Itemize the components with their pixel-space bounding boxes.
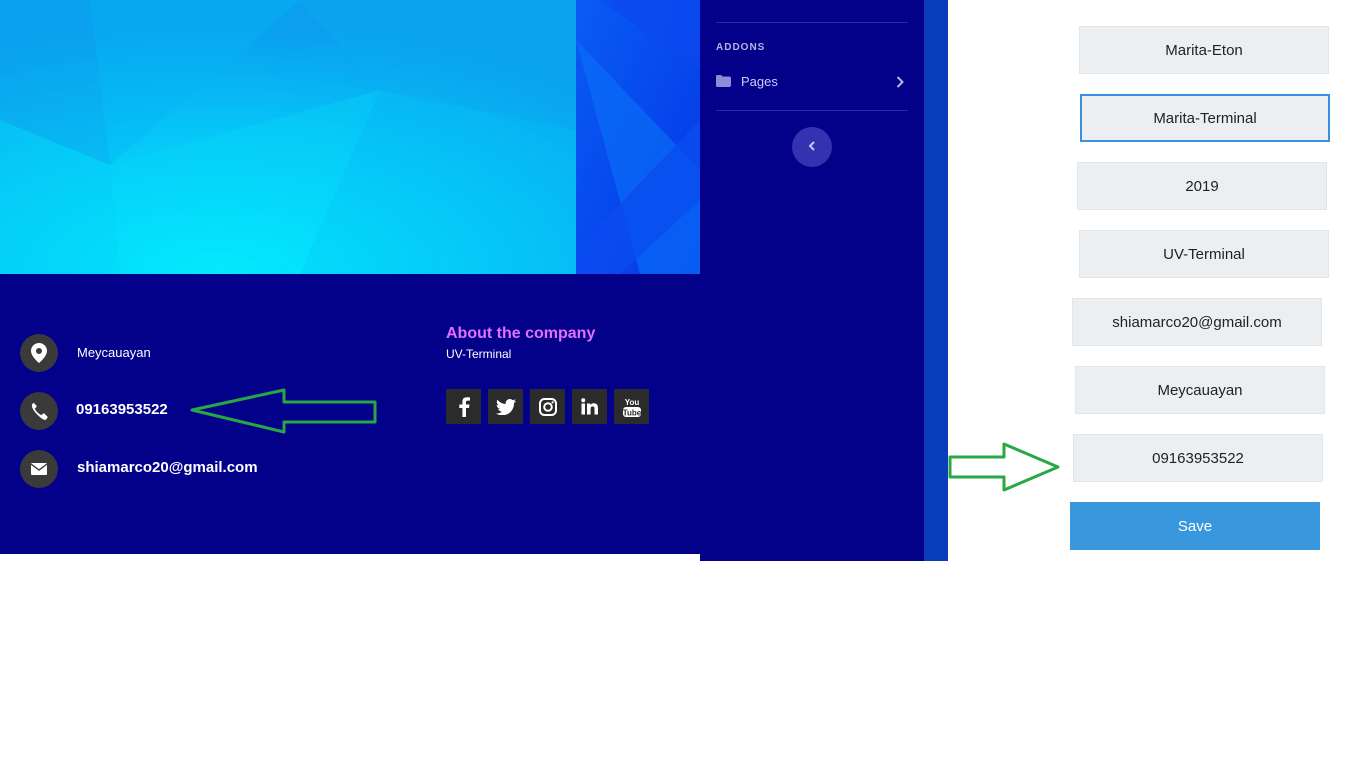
sidebar-divider <box>716 110 908 111</box>
contact-email: shiamarco20@gmail.com <box>77 459 258 476</box>
sidebar-collapse-button[interactable] <box>792 127 832 167</box>
sidebar-item-label: Pages <box>741 74 778 89</box>
annotation-arrow-right <box>948 442 1060 492</box>
svg-text:You: You <box>624 398 639 407</box>
field-1[interactable] <box>1079 26 1329 74</box>
sidebar-section-heading: ADDONS <box>716 42 766 53</box>
twitter-icon[interactable] <box>488 389 523 424</box>
field-3[interactable] <box>1077 162 1327 210</box>
svg-text:Tube: Tube <box>622 408 641 417</box>
chevron-right-icon <box>896 75 904 93</box>
folder-icon <box>716 74 731 92</box>
hero-background <box>0 0 700 274</box>
chevron-left-icon <box>808 138 816 156</box>
about-title: About the company <box>446 325 596 342</box>
sidebar: ADDONS Pages <box>700 0 924 561</box>
instagram-icon[interactable] <box>530 389 565 424</box>
phone-icon <box>20 392 58 430</box>
field-location[interactable] <box>1075 366 1325 414</box>
field-phone[interactable] <box>1073 434 1323 482</box>
field-4[interactable] <box>1079 230 1329 278</box>
about-subtitle: UV-Terminal <box>446 347 512 361</box>
footer: Meycauayan 09163953522 shiamarco20@gmail… <box>0 274 700 554</box>
hero-banner <box>0 0 700 274</box>
contact-phone: 09163953522 <box>76 401 168 418</box>
save-button[interactable]: Save <box>1070 502 1320 550</box>
contact-location: Meycauayan <box>77 345 151 360</box>
linkedin-icon[interactable] <box>572 389 607 424</box>
sidebar-edge <box>924 0 948 561</box>
annotation-arrow-left <box>190 388 377 434</box>
field-email[interactable] <box>1072 298 1322 346</box>
facebook-icon[interactable] <box>446 389 481 424</box>
envelope-icon <box>20 450 58 488</box>
sidebar-divider <box>716 22 908 23</box>
field-2[interactable] <box>1080 94 1330 142</box>
sidebar-item-pages[interactable]: Pages <box>716 68 908 96</box>
youtube-icon[interactable]: You Tube <box>614 389 649 424</box>
map-pin-icon <box>20 334 58 372</box>
